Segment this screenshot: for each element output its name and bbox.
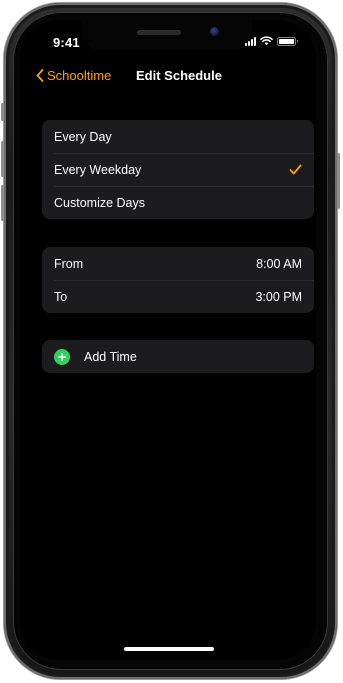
checkmark-icon: [289, 164, 302, 175]
days-option-label: Customize Days: [54, 195, 145, 210]
mute-switch: [1, 103, 4, 121]
status-icons: [245, 36, 298, 46]
from-time-row[interactable]: From 8:00 AM: [42, 247, 314, 280]
add-time-label: Add Time: [84, 349, 137, 364]
speaker-grille: [137, 30, 181, 35]
to-time-row[interactable]: To 3:00 PM: [42, 280, 314, 313]
days-option-every-day[interactable]: Every Day: [42, 120, 314, 153]
from-label: From: [54, 256, 84, 271]
cellular-signal-icon: [245, 36, 256, 46]
page-title: Edit Schedule: [136, 68, 222, 83]
days-option-label: Every Day: [54, 129, 112, 144]
days-option-label: Every Weekday: [54, 162, 142, 177]
days-group: Every Day Every Weekday Customize Days: [42, 120, 314, 219]
chevron-left-icon: [36, 69, 44, 82]
back-button-label: Schooltime: [47, 68, 112, 83]
notch: [82, 20, 252, 50]
side-button: [337, 153, 340, 209]
to-time-value: 3:00 PM: [255, 289, 302, 304]
battery-icon: [277, 36, 298, 46]
time-range-group: From 8:00 AM To 3:00 PM: [42, 247, 314, 313]
volume-down-button: [1, 185, 4, 221]
add-time-content: Add Time: [54, 348, 137, 365]
wifi-icon: [260, 36, 273, 46]
add-time-group: Add Time: [42, 340, 314, 373]
status-time: 9:41: [53, 35, 80, 50]
plus-icon: [58, 352, 66, 361]
plus-circle-icon: [54, 348, 70, 365]
front-camera: [210, 27, 219, 36]
screen: 9:41 Schooltime Edit Schedule Every Day …: [20, 20, 316, 660]
days-option-every-weekday[interactable]: Every Weekday: [42, 153, 314, 186]
to-label: To: [54, 289, 68, 304]
back-button[interactable]: Schooltime: [36, 68, 111, 83]
from-time-value: 8:00 AM: [256, 256, 302, 271]
days-option-customize-days[interactable]: Customize Days: [42, 186, 314, 219]
home-indicator[interactable]: [124, 647, 214, 651]
add-time-button[interactable]: Add Time: [42, 340, 314, 373]
volume-up-button: [1, 141, 4, 177]
